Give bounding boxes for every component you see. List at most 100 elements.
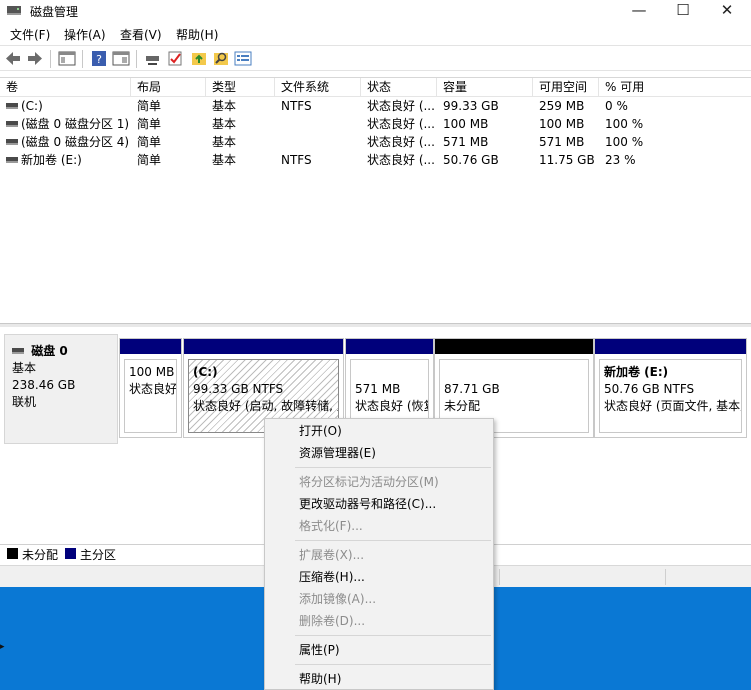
cell-volume: (磁盘 0 磁盘分区 1) bbox=[21, 117, 130, 131]
cell-layout: 简单 bbox=[137, 117, 162, 131]
partition-bar-primary bbox=[346, 339, 433, 354]
cell-free-space: 100 MB bbox=[539, 117, 585, 131]
disk-icon bbox=[12, 347, 24, 354]
menu-item-properties[interactable]: 属性(P) bbox=[265, 639, 493, 661]
cell-capacity: 571 MB bbox=[443, 135, 489, 149]
cell-volume: 新加卷 (E:) bbox=[21, 153, 82, 167]
table-row[interactable]: 新加卷 (E:) 简单 基本 NTFS 状态良好 (... 50.76 GB 1… bbox=[0, 151, 751, 169]
connect-icon[interactable] bbox=[144, 50, 162, 67]
help-icon[interactable]: ? bbox=[90, 50, 108, 67]
table-row[interactable]: (磁盘 0 磁盘分区 4) 简单 基本 状态良好 (... 571 MB 571… bbox=[0, 133, 751, 151]
partition-status: 状态良好 bbox=[129, 382, 177, 396]
cell-percent-free: 23 % bbox=[605, 153, 636, 167]
menu-bar: 文件(F) 操作(A) 查看(V) 帮助(H) bbox=[0, 22, 751, 44]
menu-item-change-drive-letter[interactable]: 更改驱动器号和路径(C)... bbox=[265, 493, 493, 515]
console-tree-icon[interactable] bbox=[58, 50, 76, 67]
menu-item-add-mirror[interactable]: 添加镜像(A)... bbox=[265, 588, 493, 610]
cell-percent-free: 100 % bbox=[605, 135, 644, 149]
cell-free-space: 571 MB bbox=[539, 135, 585, 149]
disk-management-app-icon bbox=[7, 6, 21, 15]
column-type[interactable]: 类型 bbox=[206, 78, 275, 97]
partition-size: 100 MB bbox=[129, 365, 175, 379]
cell-volume: (磁盘 0 磁盘分区 4) bbox=[21, 135, 130, 149]
column-filesystem[interactable]: 文件系统 bbox=[275, 78, 361, 97]
cell-capacity: 99.33 GB bbox=[443, 99, 499, 113]
partition-1[interactable]: 100 MB 状态良好 bbox=[119, 338, 182, 438]
column-volume[interactable]: 卷 bbox=[0, 78, 131, 97]
partition-title: (C:) bbox=[193, 365, 218, 379]
check-icon[interactable] bbox=[166, 50, 184, 67]
toolbar: ? bbox=[0, 45, 751, 71]
volume-icon bbox=[6, 102, 18, 109]
disk-type: 基本 bbox=[12, 361, 37, 375]
partition-status: 状态良好 (启动, 故障转储, 主 bbox=[193, 399, 339, 413]
partition-title: 新加卷 (E:) bbox=[604, 365, 669, 379]
menu-item-shrink-volume[interactable]: 压缩卷(H)... bbox=[265, 566, 493, 588]
partition-status: 状态良好 (恢复 bbox=[355, 399, 429, 413]
menu-file[interactable]: 文件(F) bbox=[10, 26, 50, 43]
context-menu: 打开(O) 资源管理器(E) 将分区标记为活动分区(M) 更改驱动器号和路径(C… bbox=[264, 418, 494, 690]
cell-filesystem bbox=[275, 133, 361, 151]
status-pane bbox=[499, 569, 500, 585]
table-row[interactable]: (C:) 简单 基本 NTFS 状态良好 (... 99.33 GB 259 M… bbox=[0, 97, 751, 115]
cell-free-space: 11.75 GB bbox=[539, 153, 595, 167]
partition-size: 50.76 GB NTFS bbox=[604, 382, 695, 396]
back-icon[interactable] bbox=[4, 50, 22, 67]
cell-free-space: 259 MB bbox=[539, 99, 585, 113]
menu-item-extend-volume[interactable]: 扩展卷(X)... bbox=[265, 544, 493, 566]
volume-list-header: 卷 布局 类型 文件系统 状态 容量 可用空间 % 可用 bbox=[0, 78, 751, 97]
cell-status: 状态良好 (... bbox=[367, 99, 435, 113]
show-pane-icon[interactable] bbox=[112, 50, 130, 67]
legend-label-primary: 主分区 bbox=[80, 548, 117, 562]
menu-separator bbox=[295, 540, 491, 541]
table-row[interactable]: (磁盘 0 磁盘分区 1) 简单 基本 状态良好 (... 100 MB 100… bbox=[0, 115, 751, 133]
menu-item-delete-volume[interactable]: 删除卷(D)... bbox=[265, 610, 493, 632]
menu-separator bbox=[295, 467, 491, 468]
cell-status: 状态良好 (... bbox=[367, 153, 435, 167]
search-icon[interactable] bbox=[212, 50, 230, 67]
menu-item-help[interactable]: 帮助(H) bbox=[265, 668, 493, 690]
maximize-button[interactable]: ☐ bbox=[661, 0, 705, 22]
svg-text:?: ? bbox=[96, 53, 102, 66]
cell-volume: (C:) bbox=[21, 99, 43, 113]
toolbar-separator bbox=[136, 50, 137, 68]
cell-layout: 简单 bbox=[137, 99, 162, 113]
menu-item-format[interactable]: 格式化(F)... bbox=[265, 515, 493, 537]
menu-action[interactable]: 操作(A) bbox=[64, 26, 106, 43]
legend-label-unallocated: 未分配 bbox=[22, 548, 59, 562]
partition-bar-unallocated bbox=[435, 339, 593, 354]
column-status[interactable]: 状态 bbox=[361, 78, 437, 97]
partition-size: 87.71 GB bbox=[444, 382, 500, 396]
cell-filesystem bbox=[275, 115, 361, 133]
cell-percent-free: 0 % bbox=[605, 99, 628, 113]
partition-e[interactable]: 新加卷 (E:) 50.76 GB NTFS 状态良好 (页面文件, 基本主 bbox=[594, 338, 747, 438]
forward-icon[interactable] bbox=[26, 50, 44, 67]
minimize-button[interactable]: — bbox=[617, 0, 661, 22]
legend-swatch-primary bbox=[65, 548, 76, 559]
column-percent-free[interactable]: % 可用 bbox=[599, 78, 751, 97]
menu-help[interactable]: 帮助(H) bbox=[176, 26, 218, 43]
close-button[interactable]: ✕ bbox=[705, 0, 749, 22]
toolbar-separator bbox=[50, 50, 51, 68]
column-free-space[interactable]: 可用空间 bbox=[533, 78, 599, 97]
cell-capacity: 100 MB bbox=[443, 117, 489, 131]
disk-size: 238.46 GB bbox=[12, 378, 76, 392]
volume-icon bbox=[6, 138, 18, 145]
partition-status: 状态良好 (页面文件, 基本主 bbox=[604, 399, 742, 413]
partition-size: 571 MB bbox=[355, 382, 401, 396]
cell-layout: 简单 bbox=[137, 153, 162, 167]
volume-list: 卷 布局 类型 文件系统 状态 容量 可用空间 % 可用 (C:) 简单 基本 … bbox=[0, 77, 751, 323]
menu-item-mark-active[interactable]: 将分区标记为活动分区(M) bbox=[265, 471, 493, 493]
properties-icon[interactable] bbox=[234, 50, 252, 67]
disk-0-label[interactable]: 磁盘 0 基本 238.46 GB 联机 bbox=[4, 334, 118, 444]
column-layout[interactable]: 布局 bbox=[131, 78, 206, 97]
cell-filesystem: NTFS bbox=[281, 153, 312, 167]
desktop-icon-fragment: ▸ bbox=[0, 642, 5, 652]
menu-item-explorer[interactable]: 资源管理器(E) bbox=[265, 442, 493, 464]
menu-view[interactable]: 查看(V) bbox=[120, 26, 162, 43]
cell-type: 基本 bbox=[212, 135, 237, 149]
cell-percent-free: 100 % bbox=[605, 117, 644, 131]
menu-item-open[interactable]: 打开(O) bbox=[265, 420, 493, 442]
column-capacity[interactable]: 容量 bbox=[437, 78, 533, 97]
open-folder-icon[interactable] bbox=[190, 50, 208, 67]
